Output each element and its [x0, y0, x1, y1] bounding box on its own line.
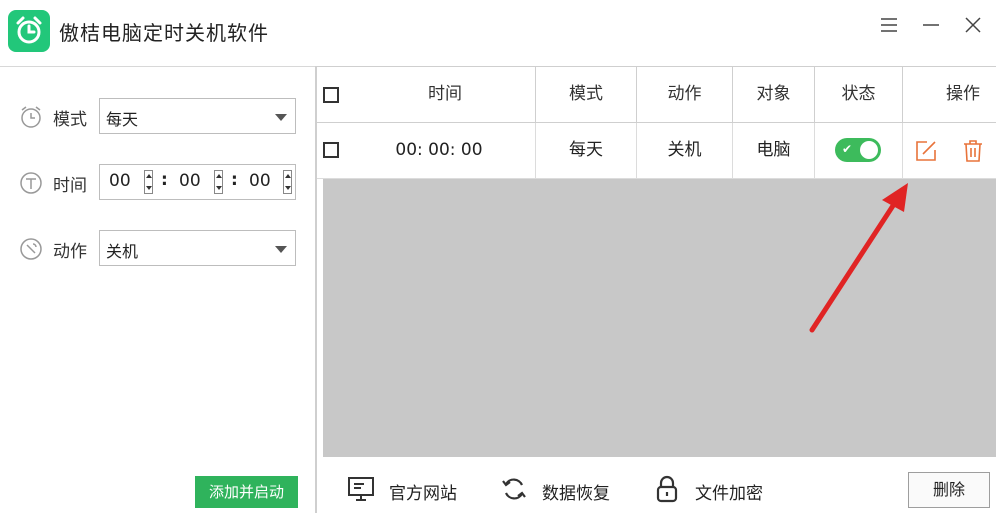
row-mode: 每天 — [535, 123, 636, 178]
time-row: 时间 00 : 00 : 00 — [0, 163, 315, 203]
edit-icon[interactable] — [914, 139, 938, 167]
refresh-icon — [500, 475, 528, 503]
row-time: 00: 00: 00 — [395, 140, 483, 160]
timer-icon — [18, 170, 44, 196]
action-row: 动作 关机 — [0, 229, 315, 269]
second-stepper[interactable] — [283, 170, 292, 194]
time-input[interactable]: 00 : 00 : 00 — [99, 164, 296, 200]
action-label: 动作 — [53, 242, 87, 262]
select-all-checkbox[interactable] — [323, 87, 339, 103]
app-title: 傲桔电脑定时关机软件 — [59, 21, 269, 45]
clock-icon — [18, 104, 44, 130]
header-operation: 操作 — [902, 67, 996, 122]
mode-label: 模式 — [53, 110, 87, 130]
row-checkbox[interactable] — [323, 142, 339, 158]
alarm-clock-icon — [8, 10, 50, 52]
bottom-bar: 官方网站 数据恢复 文件加密 删除 — [317, 457, 996, 513]
wrench-icon — [18, 236, 44, 262]
data-recovery-label: 数据恢复 — [542, 484, 610, 504]
status-toggle[interactable]: ✔ — [835, 138, 881, 162]
add-and-start-button[interactable]: 添加并启动 — [195, 476, 298, 508]
minute-field[interactable]: 00 — [179, 171, 201, 191]
file-encrypt-label: 文件加密 — [695, 484, 763, 504]
annotation-arrow-icon — [809, 183, 908, 333]
data-recovery-button[interactable]: 数据恢复 — [500, 475, 640, 505]
action-value: 关机 — [106, 242, 139, 261]
official-website-label: 官方网站 — [389, 484, 457, 504]
minute-stepper[interactable] — [214, 170, 223, 194]
chevron-down-icon — [275, 114, 287, 121]
monitor-icon — [347, 475, 375, 503]
header-mode: 模式 — [535, 67, 636, 122]
table-header: 时间 模式 动作 对象 状态 操作 — [317, 66, 996, 123]
header-action: 动作 — [636, 67, 732, 122]
close-button[interactable] — [956, 10, 990, 40]
menu-icon — [881, 18, 897, 32]
table-row[interactable]: 00: 00: 00 每天 关机 电脑 ✔ — [317, 123, 996, 179]
mode-select[interactable]: 每天 — [99, 98, 296, 134]
left-panel: 模式 每天 时间 00 : 00 : 00 动作 关机 — [0, 66, 315, 514]
mode-value: 每天 — [106, 110, 139, 129]
trash-icon[interactable] — [961, 139, 985, 167]
official-website-button[interactable]: 官方网站 — [347, 475, 487, 505]
chevron-down-icon — [275, 246, 287, 253]
menu-button[interactable] — [872, 10, 906, 40]
time-label: 时间 — [53, 176, 87, 196]
hour-field[interactable]: 00 — [109, 171, 131, 191]
minimize-button[interactable] — [914, 10, 948, 40]
close-icon — [965, 17, 981, 33]
row-action: 关机 — [636, 123, 732, 178]
delete-button[interactable]: 删除 — [908, 472, 990, 508]
header-time: 时间 — [428, 84, 462, 104]
minimize-icon — [923, 24, 939, 26]
mode-row: 模式 每天 — [0, 97, 315, 137]
title-bar: 傲桔电脑定时关机软件 — [0, 0, 996, 66]
file-encrypt-button[interactable]: 文件加密 — [653, 475, 793, 505]
header-target: 对象 — [732, 67, 814, 122]
check-icon: ✔ — [842, 142, 853, 156]
lock-icon — [653, 475, 681, 503]
hour-stepper[interactable] — [144, 170, 153, 194]
row-target: 电脑 — [732, 123, 814, 178]
second-field[interactable]: 00 — [249, 171, 271, 191]
header-status: 状态 — [814, 67, 902, 122]
action-select[interactable]: 关机 — [99, 230, 296, 266]
